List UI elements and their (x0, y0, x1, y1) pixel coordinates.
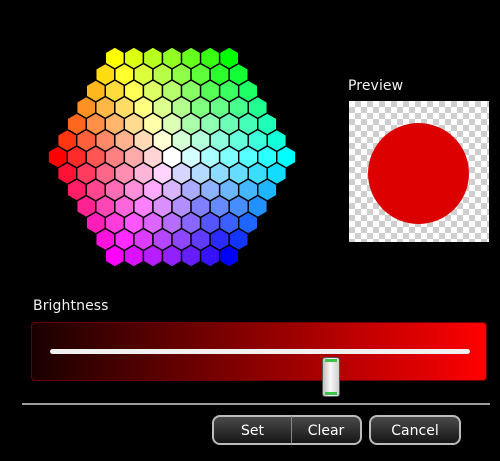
divider (22, 403, 490, 405)
color-hex-cell[interactable] (104, 244, 126, 268)
color-hex-cell[interactable] (199, 244, 221, 268)
color-picker-dialog: Preview Brightness Set Clear Cancel (0, 0, 500, 461)
slider-thumb[interactable] (322, 357, 341, 397)
clear-button[interactable]: Clear (291, 415, 362, 445)
preview-box (349, 101, 489, 242)
color-hex-cell[interactable] (123, 244, 145, 268)
cancel-button[interactable]: Cancel (369, 415, 461, 445)
brightness-label: Brightness (33, 298, 109, 314)
preview-label: Preview (348, 78, 404, 94)
color-hex-cell[interactable] (180, 244, 202, 268)
slider-track[interactable] (50, 349, 470, 397)
brightness-slider[interactable] (31, 322, 487, 397)
preview-color-swatch (368, 123, 469, 224)
set-button[interactable]: Set (212, 415, 293, 445)
color-honeycomb[interactable] (20, 22, 325, 292)
color-hex-cell[interactable] (161, 244, 183, 268)
color-hex-cell[interactable] (218, 244, 240, 268)
color-hex-cell[interactable] (142, 244, 164, 268)
